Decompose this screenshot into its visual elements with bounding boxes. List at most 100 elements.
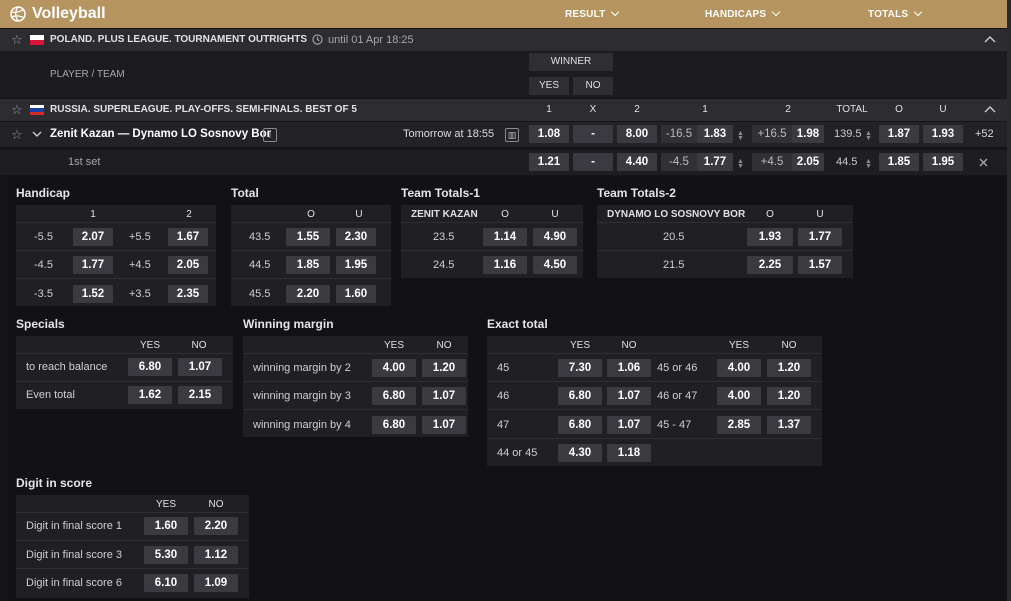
wm-odd[interactable]: 6.80	[372, 387, 416, 405]
no-header: NO	[573, 77, 613, 95]
tt2-odd[interactable]: 1.57	[798, 256, 842, 274]
exact-odd[interactable]: 1.07	[607, 416, 651, 434]
total-odd[interactable]: 2.30	[336, 228, 376, 246]
set-hcp2-value: +4.5	[752, 153, 792, 171]
exact-odd[interactable]: 6.80	[558, 387, 602, 405]
sort-arrows-icon[interactable]: ▲ ▼	[737, 130, 744, 142]
total-odd[interactable]: 1.85	[286, 256, 330, 274]
star-icon[interactable]: ☆	[11, 128, 24, 141]
chevron-up-icon[interactable]	[984, 35, 996, 43]
exact-odd[interactable]: 1.37	[767, 416, 811, 434]
specials-odd[interactable]: 2.15	[178, 386, 222, 404]
sort-arrows-icon[interactable]: ▲ ▼	[865, 130, 872, 142]
handicap-line: -5.5	[34, 231, 53, 243]
chevron-down-icon	[914, 7, 923, 17]
specials-odd[interactable]: 6.80	[128, 358, 172, 376]
total-value: 139.5	[834, 128, 862, 140]
handicap-odd[interactable]: 2.05	[168, 256, 208, 274]
total-odd[interactable]: 1.55	[286, 228, 330, 246]
exact-col-no: NO	[621, 340, 637, 351]
exact-odd[interactable]: 4.00	[717, 387, 761, 405]
tt1-odd[interactable]: 4.90	[533, 228, 577, 246]
digit-odd[interactable]: 1.60	[144, 517, 188, 535]
wm-odd[interactable]: 1.07	[422, 387, 466, 405]
wm-odd[interactable]: 1.07	[422, 416, 466, 434]
exact-odd[interactable]: 1.18	[607, 444, 651, 462]
handicap-line: -4.5	[34, 259, 53, 271]
specials-odd[interactable]: 1.07	[178, 358, 222, 376]
set-odd-over[interactable]: 1.85	[879, 153, 919, 171]
handicap-odd[interactable]: 1.67	[168, 228, 208, 246]
handicap-odd[interactable]: 1.77	[73, 256, 113, 274]
handicaps-menu[interactable]: HANDICAPS	[705, 7, 781, 20]
handicap-odd[interactable]: 1.52	[73, 285, 113, 303]
star-icon[interactable]: ☆	[11, 33, 24, 46]
tt1-line: 23.5	[433, 231, 455, 243]
wm-odd[interactable]: 4.00	[372, 359, 416, 377]
wm-odd[interactable]: 6.80	[372, 416, 416, 434]
exact-odd[interactable]: 1.07	[607, 387, 651, 405]
exact-odd[interactable]: 6.80	[558, 416, 602, 434]
digit-odd[interactable]: 1.12	[194, 546, 238, 564]
info-icon[interactable]: i	[263, 128, 277, 142]
odd-2[interactable]: 8.00	[617, 125, 657, 143]
chevron-up-icon[interactable]	[984, 105, 996, 113]
exact-label: 46	[497, 390, 510, 402]
close-icon[interactable]	[979, 158, 988, 167]
stats-icon[interactable]: ▥	[505, 128, 519, 142]
tt2-odd[interactable]: 1.93	[747, 228, 793, 246]
total-odd[interactable]: 1.60	[336, 285, 376, 303]
digit-odd[interactable]: 6.10	[144, 574, 188, 592]
league-row-poland[interactable]: ☆ POLAND. PLUS LEAGUE. TOURNAMENT OUTRIG…	[0, 29, 1007, 51]
more-markets-count[interactable]: +52	[975, 128, 994, 140]
total-line: 44.5	[249, 259, 271, 271]
handicap-odd[interactable]: 2.07	[73, 228, 113, 246]
set-odd-x[interactable]: -	[573, 153, 613, 171]
hcp2-odd[interactable]: 1.98	[792, 125, 824, 143]
chevron-down-icon[interactable]	[32, 131, 42, 138]
specials-odd[interactable]: 1.62	[128, 386, 172, 404]
set-hcp2-odd[interactable]: 2.05	[792, 153, 824, 171]
tt2-odd[interactable]: 2.25	[747, 256, 793, 274]
exact-odd[interactable]: 1.06	[607, 359, 651, 377]
hcp1-odd[interactable]: 1.83	[697, 125, 733, 143]
set-odd-1[interactable]: 1.21	[529, 153, 569, 171]
scrollbar[interactable]	[1007, 0, 1011, 601]
tt1-odd[interactable]: 1.16	[483, 256, 527, 274]
result-menu[interactable]: RESULT	[565, 7, 620, 20]
total-odd[interactable]: 2.20	[286, 285, 330, 303]
match-row[interactable]: ☆ Zenit Kazan — Dynamo LO Sosnovy Bor i …	[0, 122, 1007, 147]
sort-arrows-icon[interactable]: ▲ ▼	[737, 158, 744, 170]
match-name[interactable]: Zenit Kazan — Dynamo LO Sosnovy Bor	[50, 128, 271, 140]
handicap-line: +5.5	[129, 231, 151, 243]
exact-odd[interactable]: 4.30	[558, 444, 602, 462]
wm-odd[interactable]: 1.20	[422, 359, 466, 377]
digit-odd[interactable]: 2.20	[194, 517, 238, 535]
exact-odd[interactable]: 4.00	[717, 359, 761, 377]
odd-over[interactable]: 1.87	[879, 125, 919, 143]
set-odd-under[interactable]: 1.95	[923, 153, 963, 171]
total-odd[interactable]: 1.95	[336, 256, 376, 274]
tt1-odd[interactable]: 1.14	[483, 228, 527, 246]
odd-1[interactable]: 1.08	[529, 125, 569, 143]
sort-arrows-icon[interactable]: ▲ ▼	[865, 158, 872, 170]
tt2-odd[interactable]: 1.77	[798, 228, 842, 246]
set-odd-2[interactable]: 4.40	[617, 153, 657, 171]
tt1-odd[interactable]: 4.50	[533, 256, 577, 274]
digit-odd[interactable]: 5.30	[144, 546, 188, 564]
star-icon[interactable]: ☆	[11, 103, 24, 116]
set-hcp1-odd[interactable]: 1.77	[697, 153, 733, 171]
handicap-odd[interactable]: 2.35	[168, 285, 208, 303]
wm-label: winning margin by 2	[253, 362, 351, 374]
exact-odd[interactable]: 1.20	[767, 359, 811, 377]
odd-under[interactable]: 1.93	[923, 125, 963, 143]
exact-label: 47	[497, 419, 510, 431]
league-row-russia[interactable]: ☆ RUSSIA. SUPERLEAGUE. PLAY-OFFS. SEMI-F…	[0, 99, 1007, 121]
digit-odd[interactable]: 1.09	[194, 574, 238, 592]
totals-menu[interactable]: TOTALS	[868, 7, 923, 20]
set-row[interactable]: 1st set 1.21 - 4.40 -4.5 1.77 ▲ ▼ +4.5 2.…	[0, 150, 1007, 175]
exact-odd[interactable]: 2.85	[717, 416, 761, 434]
exact-odd[interactable]: 7.30	[558, 359, 602, 377]
exact-odd[interactable]: 1.20	[767, 387, 811, 405]
odd-x[interactable]: -	[573, 125, 613, 143]
